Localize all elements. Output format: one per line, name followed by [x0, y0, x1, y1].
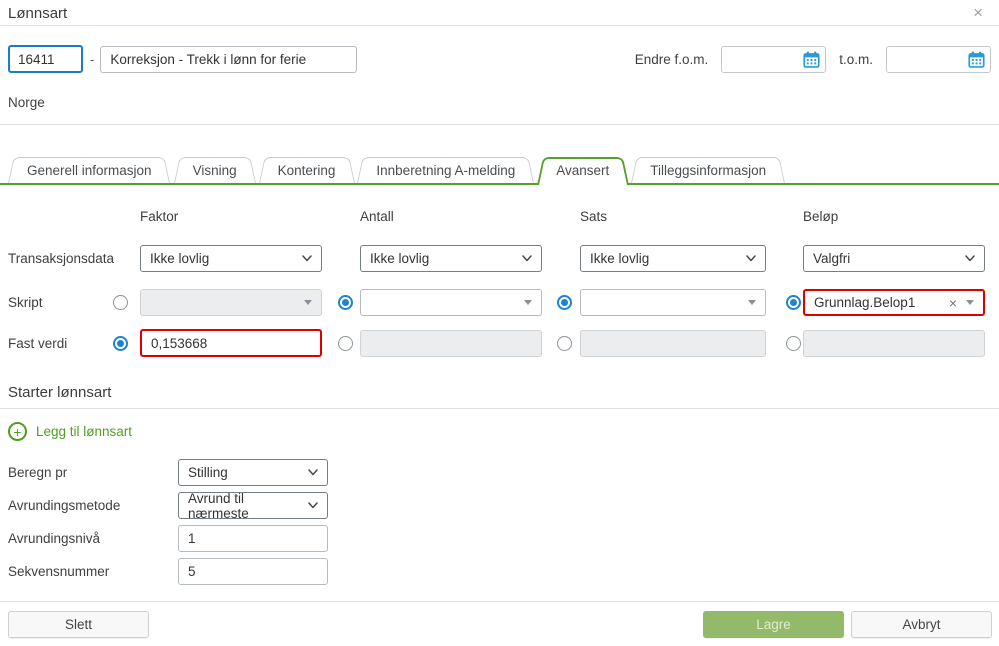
- transaksjonsdata-label: Transaksjonsdata: [8, 251, 113, 266]
- skript-antall-radio[interactable]: [338, 295, 353, 310]
- fast-verdi-belop-radio[interactable]: [786, 336, 801, 351]
- tab-avansert[interactable]: Avansert: [539, 157, 626, 183]
- plus-circle-icon: +: [8, 422, 27, 441]
- skript-row: Skript Grunnlag.Belop1 ×: [8, 289, 999, 316]
- tom-input[interactable]: [887, 47, 968, 72]
- skript-sats-radio[interactable]: [557, 295, 572, 310]
- skript-belop-combobox[interactable]: Grunnlag.Belop1 ×: [803, 289, 985, 316]
- beregn-pr-label: Beregn pr: [8, 465, 178, 480]
- chevron-down-icon: [522, 255, 532, 262]
- select-value: Avrund til nærmeste: [188, 491, 308, 521]
- skript-sats-combobox[interactable]: [580, 289, 766, 316]
- caret-down-icon: [304, 300, 312, 305]
- tab-innberetning-a-melding[interactable]: Innberetning A-melding: [359, 157, 532, 183]
- lonnsart-dialog: Lønnsart × - Endre f.o.m. t.o.m. Norge G…: [0, 0, 999, 646]
- column-header-sats: Sats: [580, 209, 766, 224]
- wage-type-name-input[interactable]: [100, 46, 357, 73]
- skript-label: Skript: [8, 295, 113, 310]
- avrundingsmetode-select[interactable]: Avrund til nærmeste: [178, 492, 328, 519]
- calendar-icon[interactable]: [968, 51, 985, 68]
- skript-faktor-combobox: [140, 289, 322, 316]
- settings-section: Beregn pr Stilling Avrundingsmetode Avru…: [8, 459, 991, 585]
- select-value: Ikke lovlig: [150, 251, 209, 266]
- save-button[interactable]: Lagre: [703, 611, 844, 638]
- add-wage-type-label: Legg til lønnsart: [36, 424, 132, 439]
- select-value: Valgfri: [813, 251, 850, 266]
- clear-icon[interactable]: ×: [949, 296, 957, 310]
- cancel-button[interactable]: Avbryt: [851, 611, 992, 638]
- avrundingsniva-row: Avrundingsnivå: [8, 525, 991, 552]
- chevron-down-icon: [965, 255, 975, 262]
- avrundingsmetode-label: Avrundingsmetode: [8, 498, 178, 513]
- tab-generell-informasjon[interactable]: Generell informasjon: [10, 157, 169, 183]
- caret-down-icon: [748, 300, 756, 305]
- endre-fom-field[interactable]: [721, 46, 826, 73]
- add-wage-type-link[interactable]: + Legg til lønnsart: [8, 422, 132, 441]
- chevron-down-icon: [302, 255, 312, 262]
- matrix-column-headers: Faktor Antall Sats Beløp: [8, 209, 999, 224]
- skript-belop-radio[interactable]: [786, 295, 801, 310]
- tab-tilleggsinformasjon[interactable]: Tilleggsinformasjon: [633, 157, 783, 183]
- fast-verdi-antall-input: [360, 330, 542, 357]
- fast-verdi-faktor-input[interactable]: [140, 329, 322, 357]
- tab-visning[interactable]: Visning: [176, 157, 254, 183]
- column-header-faktor: Faktor: [140, 209, 322, 224]
- identity-row: - Endre f.o.m. t.o.m.: [8, 45, 991, 73]
- close-icon[interactable]: ×: [973, 4, 983, 21]
- fast-verdi-belop-input: [803, 330, 985, 357]
- calendar-icon[interactable]: [803, 51, 820, 68]
- dialog-title: Lønnsart: [8, 5, 67, 22]
- avrundingsniva-label: Avrundingsnivå: [8, 531, 178, 546]
- fast-verdi-sats-radio[interactable]: [557, 336, 572, 351]
- avrundingsmetode-row: Avrundingsmetode Avrund til nærmeste: [8, 492, 991, 519]
- code-name-separator: -: [90, 52, 94, 67]
- transaksjonsdata-row: Transaksjonsdata Ikke lovlig Ikke lovlig…: [8, 245, 999, 272]
- skript-faktor-radio[interactable]: [113, 295, 128, 310]
- avrundingsniva-input[interactable]: [178, 525, 328, 552]
- beregn-pr-select[interactable]: Stilling: [178, 459, 328, 486]
- combobox-value: Grunnlag.Belop1: [814, 295, 915, 310]
- caret-down-icon: [966, 300, 974, 305]
- dialog-footer: Slett Lagre Avbryt: [0, 601, 999, 646]
- transaksjonsdata-faktor-select[interactable]: Ikke lovlig: [140, 245, 322, 272]
- select-value: Ikke lovlig: [590, 251, 649, 266]
- tom-label: t.o.m.: [839, 52, 873, 67]
- header-divider: [0, 124, 999, 125]
- starter-lonnsart-heading: Starter lønnsart: [8, 384, 991, 401]
- chevron-down-icon: [308, 502, 318, 509]
- tom-field[interactable]: [886, 46, 991, 73]
- starter-divider: [0, 408, 999, 409]
- select-value: Stilling: [188, 465, 228, 480]
- wage-type-code-input[interactable]: [8, 45, 83, 73]
- transaksjonsdata-antall-select[interactable]: Ikke lovlig: [360, 245, 542, 272]
- select-value: Ikke lovlig: [370, 251, 429, 266]
- fast-verdi-row: Fast verdi: [8, 329, 999, 357]
- chevron-down-icon: [308, 469, 318, 476]
- caret-down-icon: [524, 300, 532, 305]
- date-range-group: Endre f.o.m. t.o.m.: [635, 46, 991, 73]
- dialog-header: Lønnsart ×: [0, 0, 999, 26]
- sekvensnummer-input[interactable]: [178, 558, 328, 585]
- country-label: Norge: [8, 95, 991, 110]
- endre-fom-input[interactable]: [722, 47, 803, 72]
- sekvensnummer-label: Sekvensnummer: [8, 564, 178, 579]
- fast-verdi-faktor-radio[interactable]: [113, 336, 128, 351]
- beregn-pr-row: Beregn pr Stilling: [8, 459, 991, 486]
- column-header-belop: Beløp: [803, 209, 985, 224]
- tab-kontering[interactable]: Kontering: [261, 157, 353, 183]
- delete-button[interactable]: Slett: [8, 611, 149, 638]
- column-header-antall: Antall: [360, 209, 542, 224]
- tab-bar: Generell informasjon Visning Kontering I…: [0, 157, 999, 185]
- fast-verdi-label: Fast verdi: [8, 336, 113, 351]
- fast-verdi-sats-input: [580, 330, 766, 357]
- transaksjonsdata-belop-select[interactable]: Valgfri: [803, 245, 985, 272]
- sekvensnummer-row: Sekvensnummer: [8, 558, 991, 585]
- fast-verdi-antall-radio[interactable]: [338, 336, 353, 351]
- transaksjonsdata-sats-select[interactable]: Ikke lovlig: [580, 245, 766, 272]
- skript-antall-combobox[interactable]: [360, 289, 542, 316]
- chevron-down-icon: [746, 255, 756, 262]
- endre-fom-label: Endre f.o.m.: [635, 52, 709, 67]
